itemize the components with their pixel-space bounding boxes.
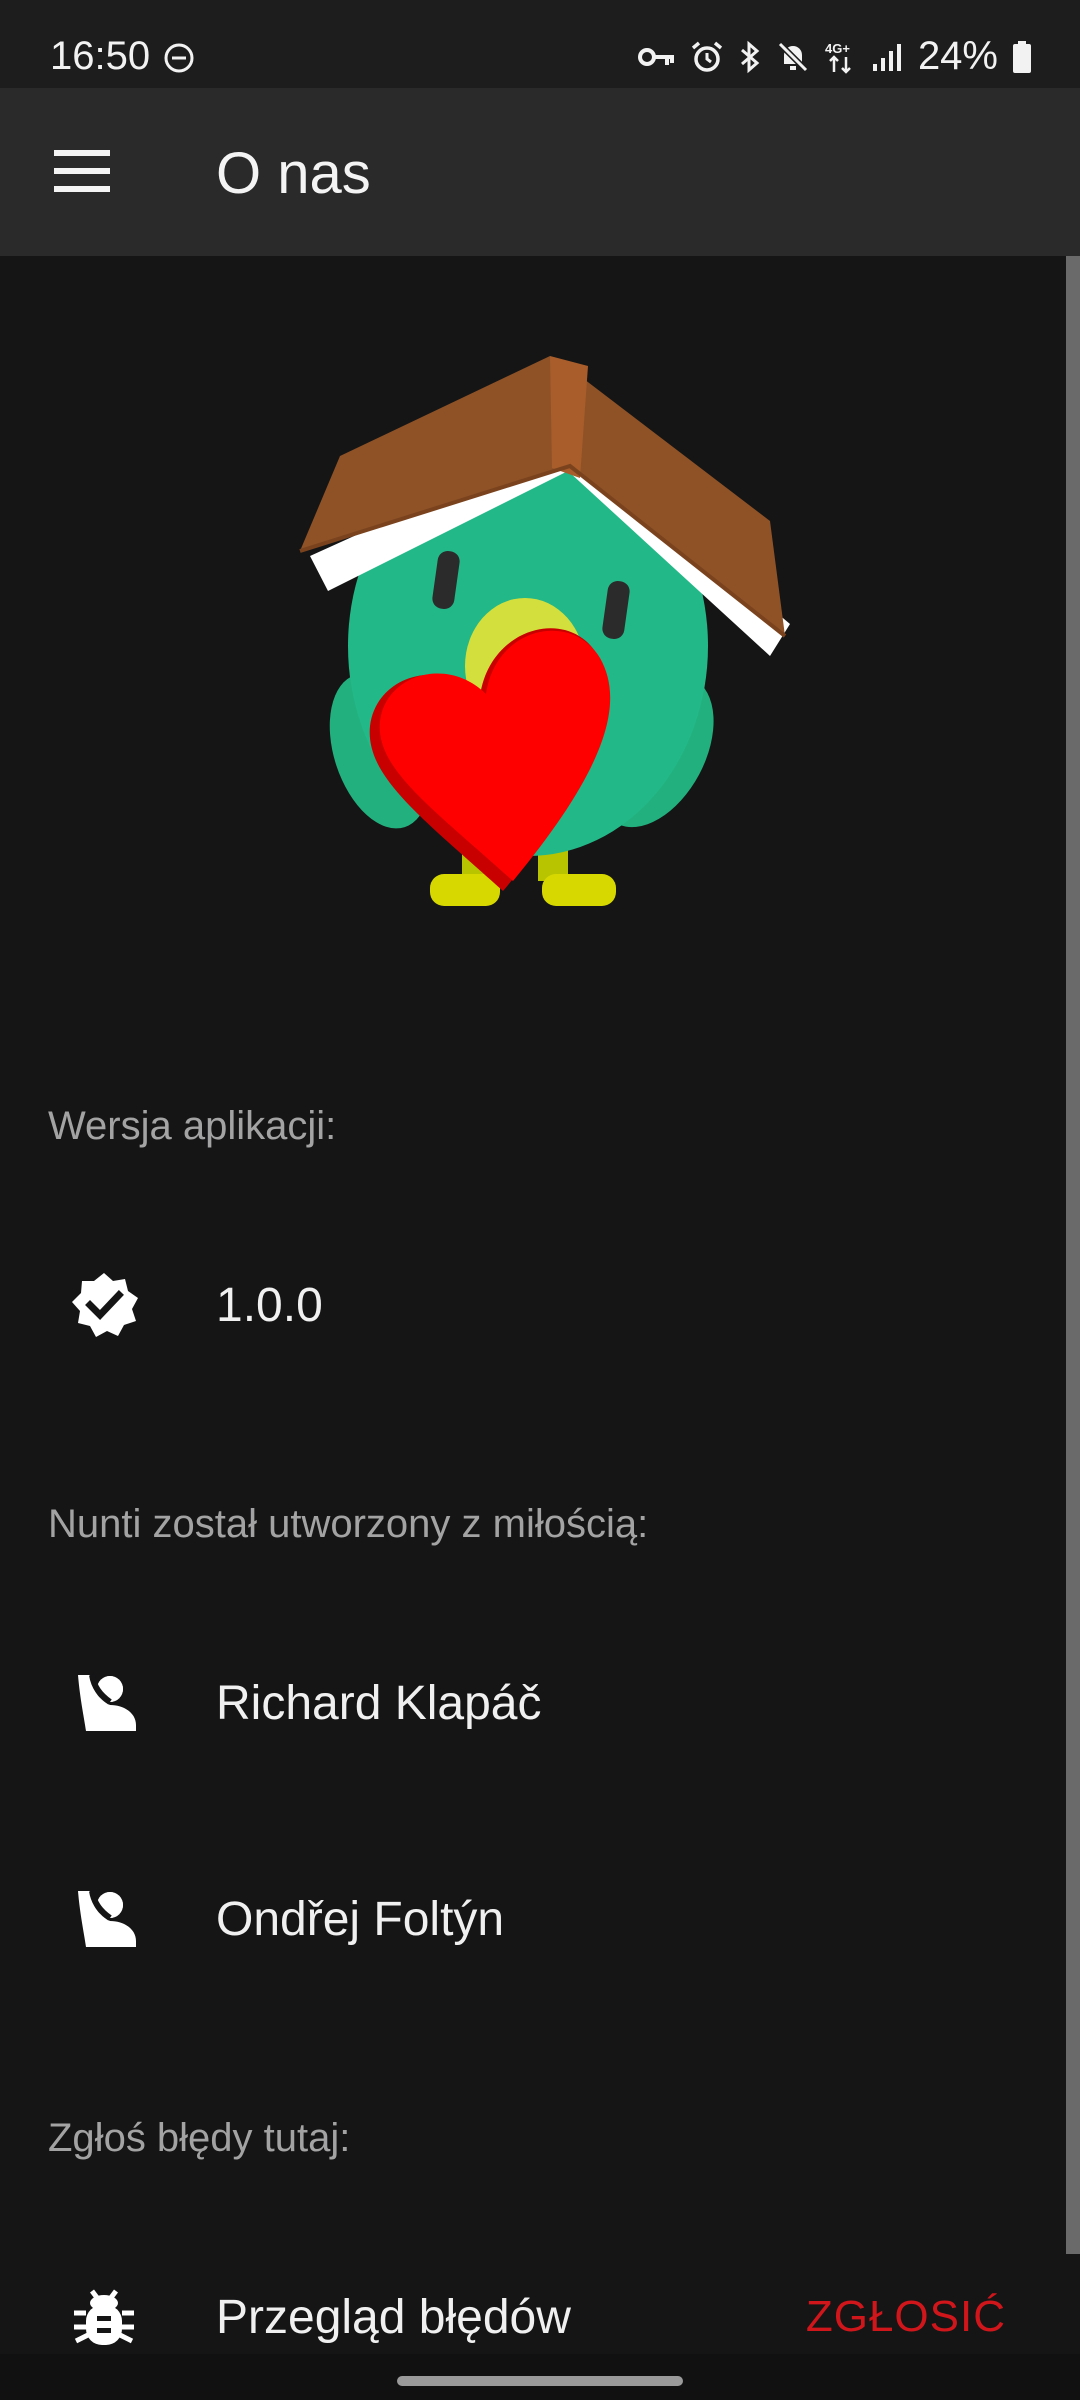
mute-icon	[777, 41, 809, 72]
author-row-richard[interactable]: Richard Klapáč	[0, 1626, 1066, 1776]
version-row: 1.0.0	[0, 1228, 1066, 1378]
bug-report-label: Przegląd błędów	[216, 2291, 571, 2344]
verified-badge-icon	[72, 1273, 138, 1337]
bug-report-row[interactable]: Przegląd błędów ZGŁOSIĆ	[0, 2240, 1066, 2354]
hamburger-menu-icon[interactable]	[54, 150, 114, 194]
author-name: Ondřej Foltýn	[216, 1893, 505, 1946]
version-value: 1.0.0	[216, 1279, 323, 1332]
mascot-illustration	[299, 356, 790, 906]
app-bar: O nas	[0, 88, 1080, 256]
report-bug-button[interactable]: ZGŁOSIĆ	[806, 2292, 1006, 2342]
vpn-key-icon	[637, 47, 674, 66]
battery-percentage: 24%	[917, 34, 998, 78]
4g-plus-icon: 4G+	[825, 41, 851, 74]
do-not-disturb-icon	[164, 43, 194, 73]
bug-icon	[74, 2289, 134, 2345]
about-content[interactable]: Wersja aplikacji: 1.0.0 Nunti został utw…	[0, 256, 1066, 2354]
home-gesture-handle[interactable]	[397, 2376, 683, 2386]
authors-section-label: Nunti został utworzony z miłością:	[48, 1502, 649, 1546]
bluetooth-icon	[740, 40, 760, 73]
battery-icon	[1013, 40, 1031, 73]
status-time: 16:50	[50, 34, 151, 78]
status-icons: 4G+ 24%	[637, 34, 1032, 79]
person-icon	[78, 1674, 136, 1731]
person-icon	[78, 1890, 136, 1947]
navigation-bar	[0, 2354, 1080, 2400]
bugs-section-label: Zgłoś błędy tutaj:	[48, 2116, 351, 2160]
author-name: Richard Klapáč	[216, 1677, 542, 1730]
signal-icon	[872, 43, 901, 71]
scrollbar[interactable]	[1066, 256, 1080, 2254]
alarm-icon	[691, 41, 723, 72]
svg-text:4G+: 4G+	[825, 41, 850, 56]
status-bar: 16:50 4G+ 24%	[0, 0, 1080, 88]
page-title: O nas	[216, 141, 371, 206]
version-section-label: Wersja aplikacji:	[48, 1104, 337, 1148]
author-row-ondrej[interactable]: Ondřej Foltýn	[0, 1842, 1066, 1992]
